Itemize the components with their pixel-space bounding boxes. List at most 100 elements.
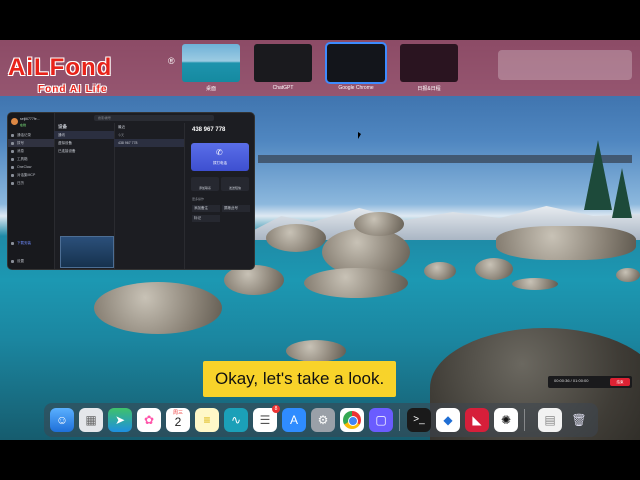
add-contact-button[interactable]: 添加联系	[191, 177, 219, 191]
mouse-cursor	[358, 132, 361, 139]
button-label: 发送短信	[228, 186, 241, 190]
app-icon-red[interactable]: ◣	[465, 408, 489, 432]
chatgpt-icon[interactable]: ✺	[494, 408, 518, 432]
call-button[interactable]: ✆ 拨打电话	[191, 143, 249, 171]
sidebar-item-label: 拨号	[17, 141, 24, 145]
sidebar-item-label: 设置	[17, 259, 24, 263]
pine-tree	[584, 140, 612, 210]
space-label: ChatGPT	[272, 85, 294, 91]
app-store-icon[interactable]: A	[282, 408, 306, 432]
ailfond-logo: AiLFond ® Fond AI Life	[8, 54, 175, 95]
search-placeholder: 搜索/拨号	[98, 116, 111, 120]
boulder	[286, 340, 346, 362]
phone-app-window[interactable]: seiji6777fe... 在线 通话记录 拨号 消息 工具箱 OneClaw…	[7, 112, 255, 270]
letterbox-bottom	[0, 440, 640, 480]
trash-icon[interactable]: 🗑	[567, 408, 591, 432]
finder-icon[interactable]: ☺	[50, 408, 74, 432]
sidebar-item-label: 工具箱	[17, 157, 28, 161]
sidebar-item-download[interactable]: 下载安装	[8, 239, 54, 247]
shore-rocks	[496, 226, 636, 260]
webcam-overlay	[60, 236, 114, 268]
letterbox-top	[0, 0, 640, 40]
app-icon-purple[interactable]: ▢	[369, 408, 393, 432]
freeform-icon[interactable]: ∿	[224, 408, 248, 432]
dock-separator	[399, 409, 400, 431]
space-label: 桌面	[205, 86, 216, 92]
chrome-icon[interactable]	[340, 408, 364, 432]
space-thumbnail	[325, 42, 387, 84]
boulder	[94, 282, 222, 334]
user-name: seiji6777fe...	[20, 117, 40, 121]
space-thumbnail	[254, 44, 312, 82]
maps-icon[interactable]: ➤	[108, 408, 132, 432]
sidebar-item-mcp[interactable]: 对话集MCP	[8, 171, 54, 179]
window-strip	[258, 155, 632, 163]
sidebar-item-label: 日历	[17, 181, 24, 185]
boulder	[475, 258, 513, 280]
boulder	[266, 224, 326, 252]
sidebar-item-oneclaw[interactable]: OneClaw	[8, 163, 54, 171]
device-item-connected[interactable]: 已连接设备	[54, 147, 114, 155]
space-thumbnail	[182, 44, 240, 82]
boulder	[616, 268, 640, 282]
recent-title: 最近	[118, 125, 125, 129]
call-button-label: 拨打电话	[213, 161, 227, 165]
sidebar-item-dial[interactable]: 拨号	[8, 139, 54, 147]
sidebar-item-messages[interactable]: 消息	[8, 147, 54, 155]
add-note-button[interactable]: 添加备注	[192, 205, 220, 212]
recent-call-item[interactable]: 438 967 778	[114, 139, 184, 147]
space-chatgpt[interactable]: ChatGPT	[254, 44, 312, 91]
desktop: AiLFond ® Fond AI Life 桌面 ChatGPT Google…	[0, 40, 640, 440]
chrome-logo-center	[348, 416, 358, 426]
terminal-icon[interactable]: >_	[407, 408, 431, 432]
blurred-region	[498, 50, 632, 80]
recording-bar[interactable]: 00:00:36 / 01:00:00 结束	[548, 376, 632, 388]
photos-icon[interactable]: ✿	[137, 408, 161, 432]
sidebar-item-settings[interactable]: 设置	[8, 257, 54, 265]
boulder	[304, 268, 408, 298]
app-icon-blue[interactable]: ◆	[436, 408, 460, 432]
space-thumbnail	[400, 44, 458, 82]
sidebar-item-toolbox[interactable]: 工具箱	[8, 155, 54, 163]
launchpad-icon[interactable]: ▦	[79, 408, 103, 432]
device-item-comm[interactable]: 通讯	[54, 131, 114, 139]
sidebar-item-call-history[interactable]: 通话记录	[8, 131, 54, 139]
button-label: 添加联系	[198, 186, 211, 190]
reminders-icon[interactable]: ☰ 8	[253, 405, 280, 432]
search-input[interactable]: 搜索/拨号	[94, 115, 214, 121]
calendar-icon[interactable]: 周三 2	[166, 408, 190, 432]
device-item-virtual[interactable]: 虚拟设备	[54, 139, 114, 147]
pine-tree	[612, 168, 632, 218]
sidebar-item-label: 对话集MCP	[17, 173, 36, 177]
sidebar-item-calendar[interactable]: 日历	[8, 179, 54, 187]
phone-number: 438 967 778	[192, 127, 226, 133]
dock: ☺ ▦ ➤ ✿ 周三 2 ≡ ∿ ☰ 8 A ⚙ ▢ >_ ◆ ◣ ✺ ▤ 🗑	[44, 403, 598, 437]
space-google-chrome[interactable]: Google Chrome	[325, 42, 387, 91]
recent-section: 今天	[118, 133, 125, 137]
calendar-date: 2	[174, 415, 182, 429]
recent-column: 最近 今天 438 967 778	[114, 123, 185, 269]
more-actions-title: 更多操作	[192, 197, 205, 201]
space-daily-report[interactable]: 日报&日程	[400, 44, 458, 92]
reminders-badge: 8	[272, 405, 280, 413]
user-profile[interactable]: seiji6777fe... 在线	[8, 113, 54, 131]
logo-tagline: Fond AI Life	[38, 84, 108, 95]
sidebar-item-label: OneClaw	[17, 165, 32, 169]
avatar	[11, 118, 18, 125]
app-sidebar: seiji6777fe... 在线 通话记录 拨号 消息 工具箱 OneClaw…	[8, 113, 55, 269]
stop-recording-button[interactable]: 结束	[610, 378, 630, 386]
recording-time: 00:00:36 / 01:00:00	[554, 378, 589, 383]
sidebar-item-label: 通话记录	[17, 133, 31, 137]
send-sms-button[interactable]: 发送短信	[221, 177, 249, 191]
mark-button[interactable]: 标记	[192, 215, 220, 222]
system-settings-icon[interactable]: ⚙	[311, 408, 335, 432]
dock-separator	[524, 409, 525, 431]
logo-registered-mark: ®	[168, 56, 175, 66]
space-desktop[interactable]: 桌面	[182, 44, 240, 92]
block-number-button[interactable]: 屏蔽此号	[222, 205, 250, 212]
document-icon[interactable]: ▤	[538, 408, 562, 432]
recent-call-number: 438 967 778	[118, 141, 138, 145]
logo-text: AiLFond	[8, 54, 113, 81]
notes-icon[interactable]: ≡	[195, 408, 219, 432]
sidebar-item-label: 消息	[17, 149, 24, 153]
